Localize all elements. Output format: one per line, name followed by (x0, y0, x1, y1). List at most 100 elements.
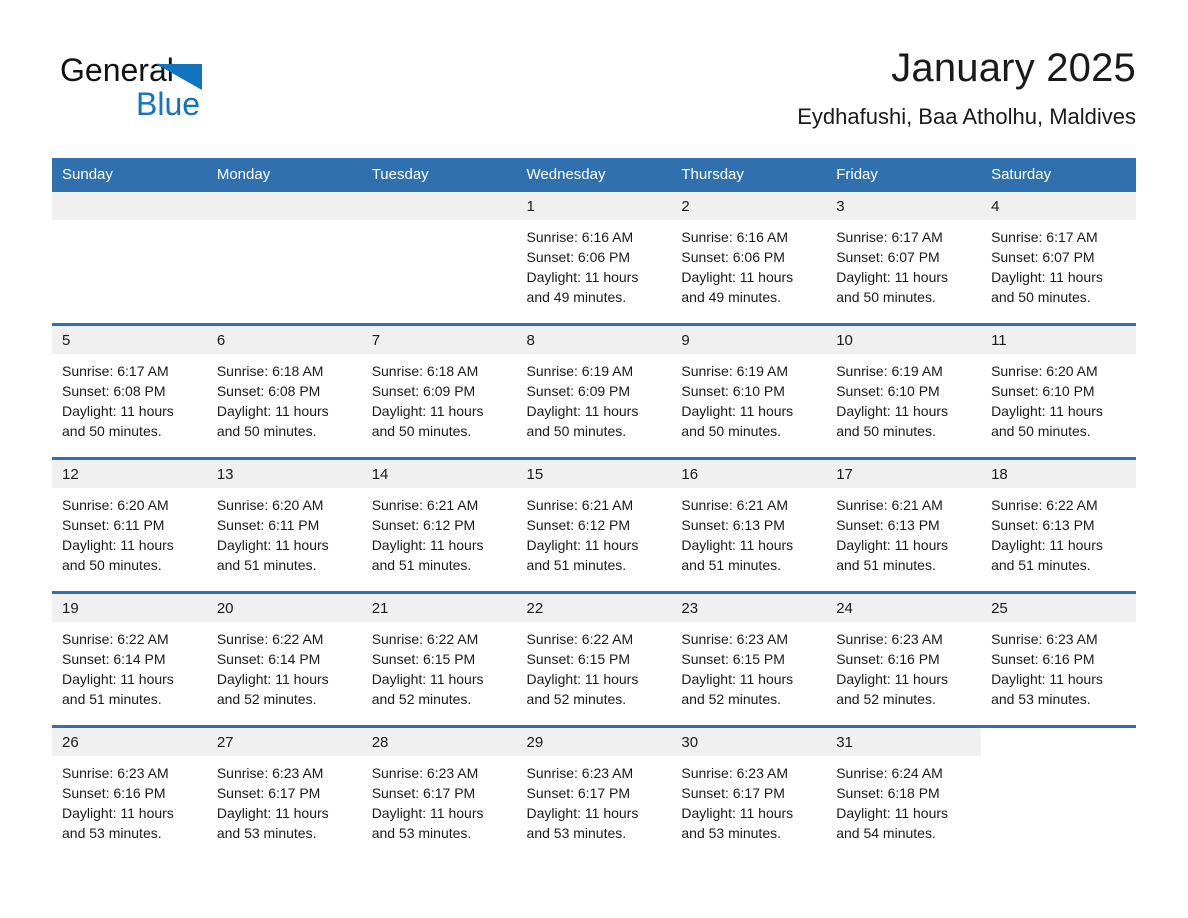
calendar-day-cell[interactable]: 1 Sunrise: 6:16 AM Sunset: 6:06 PM Daylight… (516, 192, 672, 325)
daylight-text-line1: Daylight: 11 hours (836, 537, 949, 553)
calendar-day-cell[interactable]: 28 Sunrise: 6:23 AM Sunset: 6:17 PM Dayligh… (361, 725, 517, 859)
day-details: Sunrise: 6:21 AM Sunset: 6:12 PM Daylight:… (362, 488, 517, 575)
page-header: General Blue January 2025 Eydhafushi, Ba… (52, 44, 1136, 150)
calendar-day-cell[interactable]: 3 Sunrise: 6:17 AM Sunset: 6:07 PM Daylight… (826, 192, 982, 325)
day-cell-inner: 17 Sunrise: 6:21 AM Sunset: 6:13 PM Dayligh… (826, 460, 982, 591)
sunrise-text: Sunrise: 6:20 AM (991, 363, 1098, 379)
daylight-text-line1: Daylight: 11 hours (836, 671, 949, 687)
calendar-day-cell[interactable]: 15 Sunrise: 6:21 AM Sunset: 6:12 PM Dayligh… (516, 457, 672, 593)
sunset-text: Sunset: 6:13 PM (836, 517, 940, 533)
day-number: 7 (361, 326, 517, 354)
daylight-text-line2: and 53 minutes. (526, 825, 627, 841)
day-details: Sunrise: 6:17 AM Sunset: 6:07 PM Daylight:… (826, 220, 981, 307)
calendar-day-cell[interactable]: 19 Sunrise: 6:22 AM Sunset: 6:14 PM Dayligh… (52, 591, 207, 727)
day-number: 21 (361, 594, 517, 622)
calendar-day-cell[interactable]: 22 Sunrise: 6:22 AM Sunset: 6:15 PM Dayligh… (516, 591, 672, 727)
weekday-header-sunday: Sunday (52, 158, 207, 192)
sunrise-text: Sunrise: 6:24 AM (836, 765, 943, 781)
calendar-day-cell[interactable]: 9 Sunrise: 6:19 AM Sunset: 6:10 PM Daylight… (671, 323, 827, 459)
day-cell-inner (52, 192, 207, 323)
sunrise-text: Sunrise: 6:22 AM (62, 631, 169, 647)
calendar-day-cell[interactable]: 10 Sunrise: 6:19 AM Sunset: 6:10 PM Dayligh… (826, 323, 982, 459)
daylight-text-line2: and 53 minutes. (681, 825, 781, 841)
day-number: 18 (981, 460, 1136, 488)
daylight-text-line2: and 52 minutes. (681, 691, 781, 707)
daylight-text-line2: and 54 minutes. (836, 825, 936, 841)
sunrise-text: Sunrise: 6:17 AM (62, 363, 169, 379)
daylight-text-line1: Daylight: 11 hours (62, 805, 174, 821)
sunrise-text: Sunrise: 6:20 AM (216, 497, 324, 513)
sunrise-text: Sunrise: 6:16 AM (681, 229, 788, 245)
day-details: Sunrise: 6:17 AM Sunset: 6:08 PM Daylight:… (52, 354, 207, 441)
day-cell-inner: 31 Sunrise: 6:24 AM Sunset: 6:18 PM Dayligh… (826, 728, 982, 859)
calendar-day-cell[interactable]: 27 Sunrise: 6:23 AM Sunset: 6:17 PM Dayligh… (206, 725, 362, 859)
day-cell-inner (361, 192, 517, 323)
calendar-day-cell[interactable]: 11 Sunrise: 6:20 AM Sunset: 6:10 PM Dayligh… (981, 323, 1136, 459)
calendar-day-cell[interactable]: 26 Sunrise: 6:23 AM Sunset: 6:16 PM Dayligh… (52, 725, 207, 859)
daylight-text-line2: and 51 minutes. (526, 557, 627, 573)
day-cell-inner: 28 Sunrise: 6:23 AM Sunset: 6:17 PM Dayligh… (361, 728, 517, 859)
calendar-day-cell[interactable]: 12 Sunrise: 6:20 AM Sunset: 6:11 PM Dayligh… (52, 457, 207, 593)
day-details: Sunrise: 6:23 AM Sunset: 6:15 PM Daylight:… (671, 622, 826, 709)
calendar-day-cell[interactable]: 25 Sunrise: 6:23 AM Sunset: 6:16 PM Dayligh… (981, 591, 1136, 727)
day-details: Sunrise: 6:19 AM Sunset: 6:10 PM Daylight:… (826, 354, 981, 441)
calendar-day-cell[interactable]: 21 Sunrise: 6:22 AM Sunset: 6:15 PM Dayligh… (361, 591, 517, 727)
day-details: Sunrise: 6:23 AM Sunset: 6:17 PM Daylight:… (671, 756, 826, 843)
sunset-text: Sunset: 6:16 PM (62, 785, 166, 801)
weekday-header-wednesday: Wednesday (516, 158, 672, 192)
weekday-header-thursday: Thursday (671, 158, 827, 192)
daylight-text-line2: and 53 minutes. (216, 825, 317, 841)
day-number: 25 (981, 594, 1136, 622)
calendar-day-cell (206, 192, 362, 325)
daylight-text-line1: Daylight: 11 hours (62, 537, 174, 553)
calendar-day-cell[interactable]: 8 Sunrise: 6:19 AM Sunset: 6:09 PM Daylight… (516, 323, 672, 459)
daylight-text-line2: and 52 minutes. (836, 691, 936, 707)
day-number (206, 192, 362, 220)
calendar-day-cell[interactable]: 24 Sunrise: 6:23 AM Sunset: 6:16 PM Dayligh… (826, 591, 982, 727)
calendar-day-cell[interactable]: 16 Sunrise: 6:21 AM Sunset: 6:13 PM Dayligh… (671, 457, 827, 593)
calendar-day-cell[interactable]: 13 Sunrise: 6:20 AM Sunset: 6:11 PM Dayligh… (206, 457, 362, 593)
day-cell-inner: 25 Sunrise: 6:23 AM Sunset: 6:16 PM Dayligh… (981, 594, 1136, 725)
daylight-text-line2: and 52 minutes. (371, 691, 472, 707)
day-cell-inner: 21 Sunrise: 6:22 AM Sunset: 6:15 PM Dayligh… (361, 594, 517, 725)
day-cell-inner: 8 Sunrise: 6:19 AM Sunset: 6:09 PM Daylight… (516, 326, 672, 457)
calendar-day-cell[interactable]: 31 Sunrise: 6:24 AM Sunset: 6:18 PM Dayligh… (826, 725, 982, 859)
calendar-day-cell[interactable]: 5 Sunrise: 6:17 AM Sunset: 6:08 PM Daylight… (52, 323, 207, 459)
calendar-day-cell[interactable]: 2 Sunrise: 6:16 AM Sunset: 6:06 PM Daylight… (671, 192, 827, 325)
calendar-header-row: Sunday Monday Tuesday Wednesday Thursday… (52, 158, 1136, 192)
day-details: Sunrise: 6:16 AM Sunset: 6:06 PM Daylight:… (671, 220, 826, 307)
calendar-day-cell[interactable]: 18 Sunrise: 6:22 AM Sunset: 6:13 PM Dayligh… (981, 457, 1136, 593)
calendar-day-cell (361, 192, 517, 325)
calendar-body: 1 Sunrise: 6:16 AM Sunset: 6:06 PM Daylight… (52, 192, 1136, 859)
daylight-text-line2: and 51 minutes. (836, 557, 936, 573)
sunset-text: Sunset: 6:11 PM (62, 517, 165, 533)
day-number (361, 192, 517, 220)
day-details: Sunrise: 6:23 AM Sunset: 6:17 PM Daylight:… (517, 756, 672, 843)
calendar-day-cell[interactable]: 14 Sunrise: 6:21 AM Sunset: 6:12 PM Dayligh… (361, 457, 517, 593)
calendar-day-cell[interactable]: 17 Sunrise: 6:21 AM Sunset: 6:13 PM Dayligh… (826, 457, 982, 593)
sunset-text: Sunset: 6:17 PM (371, 785, 476, 801)
day-details: Sunrise: 6:18 AM Sunset: 6:08 PM Daylight:… (207, 354, 362, 441)
calendar-day-cell[interactable]: 6 Sunrise: 6:18 AM Sunset: 6:08 PM Daylight… (206, 323, 362, 459)
calendar-day-cell[interactable]: 30 Sunrise: 6:23 AM Sunset: 6:17 PM Dayligh… (671, 725, 827, 859)
sunset-text: Sunset: 6:15 PM (526, 651, 631, 667)
day-cell-inner: 22 Sunrise: 6:22 AM Sunset: 6:15 PM Dayligh… (516, 594, 672, 725)
calendar-day-cell[interactable]: 4 Sunrise: 6:17 AM Sunset: 6:07 PM Daylight… (981, 192, 1136, 325)
sunset-text: Sunset: 6:08 PM (216, 383, 321, 399)
calendar-day-cell[interactable]: 7 Sunrise: 6:18 AM Sunset: 6:09 PM Daylight… (361, 323, 517, 459)
sunset-text: Sunset: 6:13 PM (991, 517, 1095, 533)
calendar-day-cell[interactable]: 20 Sunrise: 6:22 AM Sunset: 6:14 PM Dayligh… (206, 591, 362, 727)
calendar-day-cell[interactable]: 29 Sunrise: 6:23 AM Sunset: 6:17 PM Dayligh… (516, 725, 672, 859)
daylight-text-line1: Daylight: 11 hours (526, 403, 639, 419)
sunrise-text: Sunrise: 6:20 AM (62, 497, 169, 513)
sunset-text: Sunset: 6:16 PM (836, 651, 940, 667)
day-number: 23 (671, 594, 827, 622)
calendar-day-cell[interactable]: 23 Sunrise: 6:23 AM Sunset: 6:15 PM Dayligh… (671, 591, 827, 727)
day-number (52, 192, 207, 220)
day-number: 29 (516, 728, 672, 756)
day-number-blank (981, 728, 1136, 756)
day-number: 5 (52, 326, 207, 354)
sunset-text: Sunset: 6:06 PM (526, 249, 631, 265)
daylight-text-line2: and 52 minutes. (216, 691, 317, 707)
sunset-text: Sunset: 6:09 PM (371, 383, 476, 399)
